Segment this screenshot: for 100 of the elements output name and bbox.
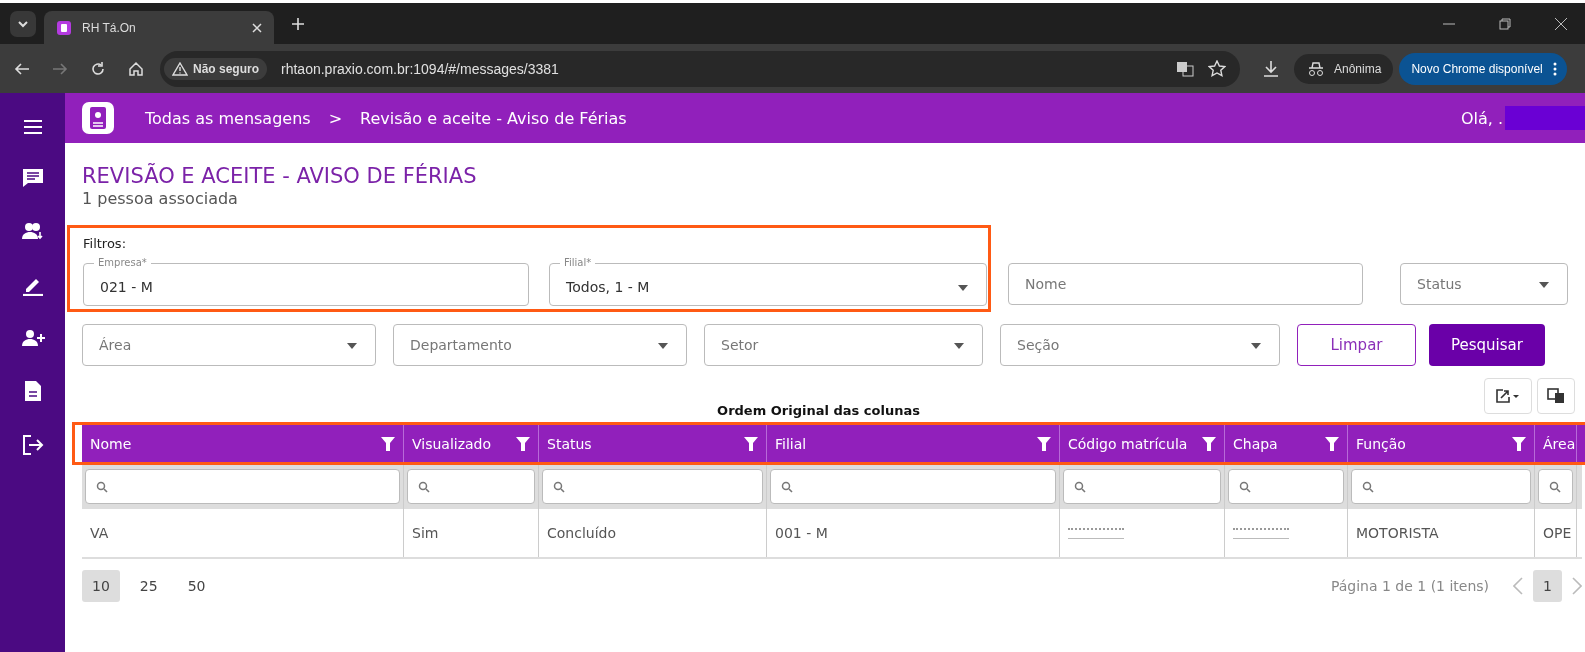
search-field[interactable] xyxy=(407,469,535,504)
filter-icon[interactable] xyxy=(1325,436,1339,451)
security-chip[interactable]: Não seguro xyxy=(164,57,267,80)
select-field[interactable]: Área xyxy=(82,324,376,366)
people-icon[interactable] xyxy=(20,221,45,241)
page-size-option[interactable]: 25 xyxy=(129,570,168,602)
search-field[interactable] xyxy=(1063,469,1221,504)
search-icon xyxy=(418,480,430,493)
reload-icon[interactable] xyxy=(90,60,106,77)
search-icon xyxy=(1239,480,1251,493)
columns-button[interactable] xyxy=(1537,378,1575,414)
menu-icon[interactable] xyxy=(22,119,43,135)
caret-icon xyxy=(347,343,357,349)
filter-icon[interactable] xyxy=(516,436,530,451)
home-icon[interactable] xyxy=(128,60,144,77)
filter-icon[interactable] xyxy=(1512,436,1526,451)
search-icon xyxy=(1549,480,1561,493)
url-text[interactable]: rhtaon.praxio.com.br:1094/#/messages/3381 xyxy=(281,60,559,77)
redaction-mark xyxy=(1068,527,1124,539)
column-header[interactable]: Filial xyxy=(767,425,1060,462)
breadcrumb-link[interactable]: Todas as mensagens xyxy=(145,108,311,128)
search-field[interactable] xyxy=(85,469,400,504)
browser-tab[interactable]: RH Tá.On xyxy=(44,11,274,44)
export-button[interactable] xyxy=(1484,378,1532,414)
caret-icon xyxy=(658,343,668,349)
table-cell: MOTORISTA xyxy=(1356,525,1439,541)
search-field[interactable] xyxy=(1228,469,1344,504)
restore-icon[interactable] xyxy=(1499,17,1511,30)
columns-icon xyxy=(1547,388,1565,404)
page-info: Página 1 de 1 (1 itens) xyxy=(1330,578,1490,594)
search-icon xyxy=(96,480,108,493)
search-icon xyxy=(1362,480,1374,493)
select-field[interactable]: Filial* Todos, 1 - M xyxy=(549,257,987,306)
star-icon[interactable] xyxy=(1208,59,1226,78)
page-size-option[interactable]: 50 xyxy=(177,570,216,602)
forward-icon[interactable] xyxy=(52,61,68,76)
app-logo-icon xyxy=(81,101,115,135)
select-field[interactable]: Departamento xyxy=(393,324,687,366)
tab-search-button[interactable] xyxy=(10,10,36,37)
update-button[interactable]: Novo Chrome disponível xyxy=(1399,52,1567,85)
export-icon xyxy=(1496,389,1520,403)
page-button[interactable]: 1 xyxy=(1533,570,1562,602)
chat-icon[interactable] xyxy=(21,168,44,188)
search-icon xyxy=(1074,480,1086,493)
table-cell: 001 - M xyxy=(775,525,828,541)
search-field[interactable] xyxy=(1538,469,1573,504)
caret-icon xyxy=(1251,343,1261,349)
greeting-text: Olá, . xyxy=(1460,108,1503,128)
search-field[interactable] xyxy=(770,469,1056,504)
caret-icon xyxy=(1539,282,1549,288)
page-subtitle: 1 pessoa associada xyxy=(82,189,239,209)
input-field[interactable]: Nome xyxy=(1008,263,1363,305)
incognito-icon xyxy=(1306,61,1326,76)
search-field[interactable] xyxy=(542,469,763,504)
table-caption: Ordem Original das colunas xyxy=(717,403,920,418)
column-header[interactable]: Status xyxy=(539,425,767,462)
page-title: REVISÃO E ACEITE - AVISO DE FÉRIAS xyxy=(82,163,478,189)
table-cell: Concluído xyxy=(547,525,616,541)
table-cell: OPE xyxy=(1543,525,1572,541)
minimize-icon[interactable] xyxy=(1443,22,1455,25)
column-header[interactable]: Chapa xyxy=(1225,425,1348,462)
filter-icon[interactable] xyxy=(744,436,758,451)
app-logo-icon xyxy=(56,19,72,36)
breadcrumb-separator: > xyxy=(328,108,343,128)
select-field[interactable]: Setor xyxy=(704,324,983,366)
select-field[interactable]: Status xyxy=(1400,263,1568,305)
filters-label: Filtros: xyxy=(83,236,128,251)
page-size-option[interactable]: 10 xyxy=(82,570,120,602)
redaction-mark xyxy=(1233,527,1289,539)
document-icon[interactable] xyxy=(23,380,42,402)
table-cell: VA xyxy=(90,525,109,541)
download-icon[interactable] xyxy=(1262,59,1280,78)
add-person-icon[interactable] xyxy=(20,329,45,347)
filter-icon[interactable] xyxy=(1202,436,1216,451)
profile-button[interactable]: Anônima xyxy=(1294,53,1394,84)
search-icon xyxy=(553,480,565,493)
column-header[interactable]: Visualizado xyxy=(404,425,539,462)
clear-button[interactable]: Limpar xyxy=(1297,324,1416,366)
logout-icon[interactable] xyxy=(21,435,44,455)
warning-icon xyxy=(172,61,188,76)
new-tab-icon[interactable] xyxy=(292,17,304,30)
chevron-down-icon xyxy=(17,19,29,28)
search-button[interactable]: Pesquisar xyxy=(1429,324,1545,366)
caret-icon xyxy=(958,285,968,291)
more-icon xyxy=(1552,61,1557,76)
search-icon xyxy=(781,480,793,493)
filter-icon[interactable] xyxy=(1037,436,1051,451)
close-icon[interactable] xyxy=(1555,17,1567,30)
search-field[interactable] xyxy=(1351,469,1531,504)
filter-icon[interactable] xyxy=(381,436,395,451)
table-cell: Sim xyxy=(412,525,439,541)
select-field[interactable]: Seção xyxy=(1000,324,1280,366)
back-icon[interactable] xyxy=(14,61,30,76)
column-header[interactable]: Área xyxy=(1535,425,1577,462)
column-header[interactable]: Código matrícula xyxy=(1060,425,1225,462)
caret-icon xyxy=(954,343,964,349)
close-icon[interactable] xyxy=(252,22,262,33)
column-header[interactable]: Função xyxy=(1348,425,1535,462)
column-header[interactable]: Nome xyxy=(82,425,404,462)
input-field[interactable]: Empresa* 021 - M xyxy=(83,257,529,306)
